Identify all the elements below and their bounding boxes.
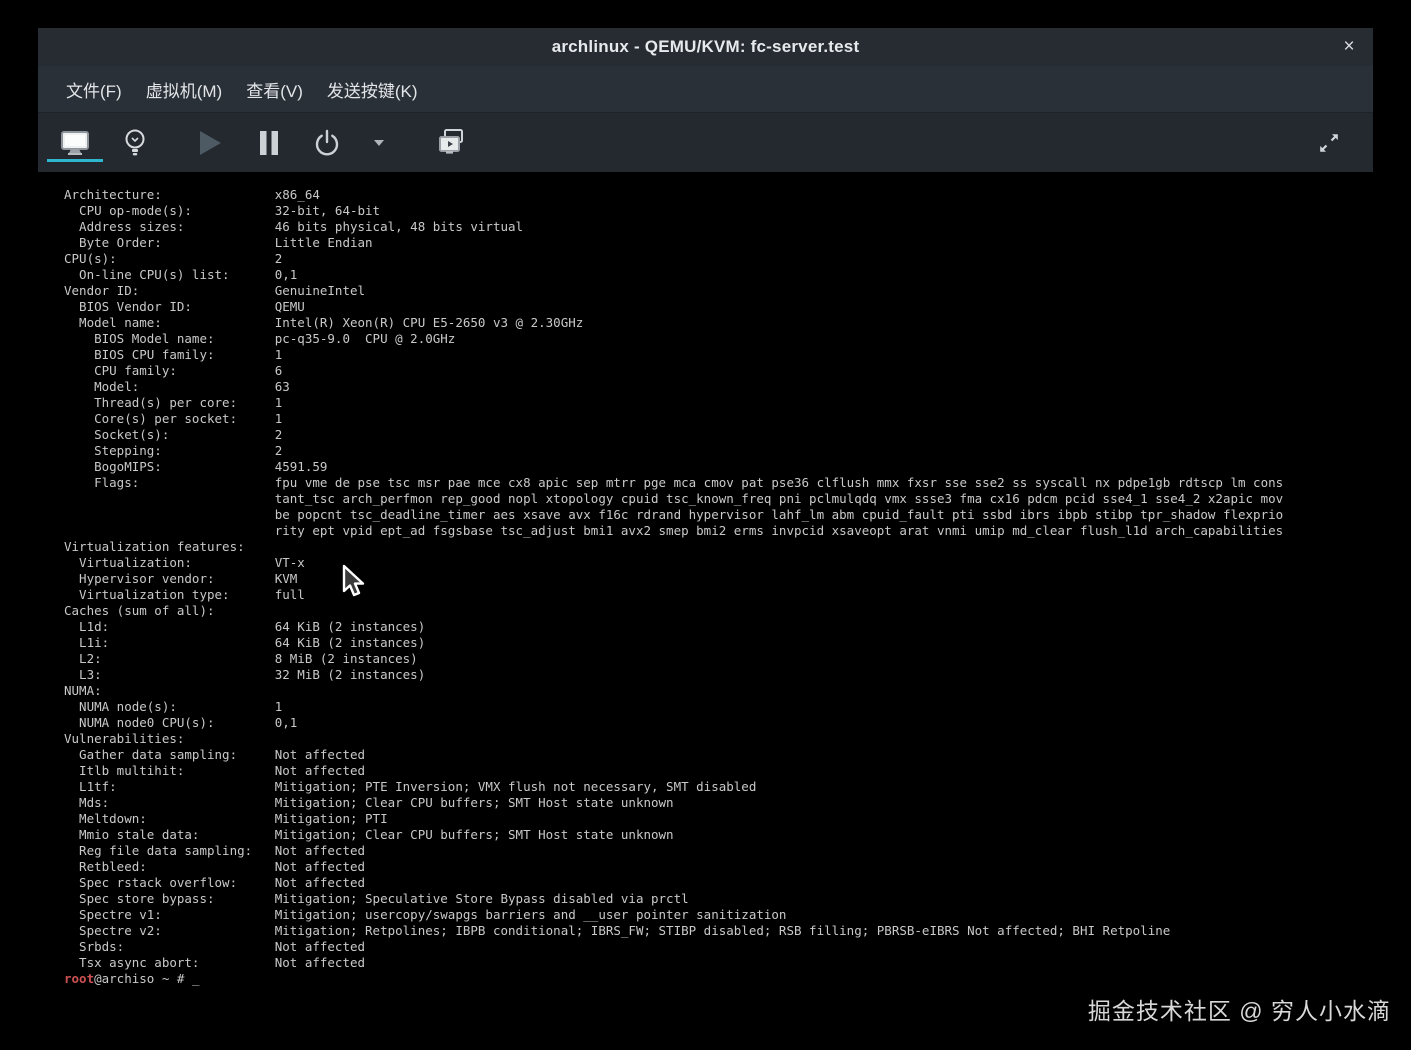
lightbulb-details-icon xyxy=(125,129,145,155)
titlebar: archlinux - QEMU/KVM: fc-server.test × xyxy=(38,28,1373,66)
menubar: 文件(F) 虚拟机(M) 查看(V) 发送按键(K) xyxy=(38,66,1373,112)
play-icon xyxy=(200,130,221,155)
menu-send-key[interactable]: 发送按键(K) xyxy=(315,66,430,112)
mouse-pointer-icon xyxy=(340,564,370,605)
console-display-button[interactable] xyxy=(47,113,103,173)
virtual-displays-icon xyxy=(439,128,463,154)
pause-icon xyxy=(260,130,278,155)
shutdown-button[interactable] xyxy=(299,113,355,173)
fullscreen-button[interactable] xyxy=(1309,113,1349,173)
window-title: archlinux - QEMU/KVM: fc-server.test xyxy=(551,37,860,56)
watermark: 掘金技术社区 @ 穷人小水滴 xyxy=(1087,998,1391,1024)
pause-button[interactable] xyxy=(241,113,297,173)
chevron-down-icon xyxy=(374,139,384,146)
terminal-text-block: Architecture: x86_64 CPU op-mode(s): 32-… xyxy=(64,187,1283,987)
toolbar xyxy=(38,112,1373,172)
run-button[interactable] xyxy=(182,113,238,173)
fullscreen-icon xyxy=(1320,134,1338,152)
terminal-output: Architecture: x86_64 CPU op-mode(s): 32-… xyxy=(64,187,1284,970)
power-icon xyxy=(315,129,339,155)
prompt-host: @archiso xyxy=(94,971,155,986)
hardware-details-button[interactable] xyxy=(107,113,163,173)
virtual-displays-button[interactable] xyxy=(424,113,480,173)
prompt-user: root xyxy=(64,971,95,986)
vm-viewer-window: archlinux - QEMU/KVM: fc-server.test × 文… xyxy=(38,28,1373,1022)
close-icon[interactable]: × xyxy=(1335,28,1363,66)
prompt-suffix: ~ # xyxy=(154,971,192,986)
shutdown-menu-button[interactable] xyxy=(364,113,394,173)
menu-virtual-machine[interactable]: 虚拟机(M) xyxy=(134,66,234,112)
menu-file[interactable]: 文件(F) xyxy=(54,66,134,112)
console-display-icon xyxy=(61,130,89,155)
guest-console[interactable]: Architecture: x86_64 CPU op-mode(s): 32-… xyxy=(38,172,1373,1021)
shell-prompt: root@archiso ~ # _ xyxy=(64,971,1283,987)
menu-view[interactable]: 查看(V) xyxy=(234,66,315,112)
text-cursor: _ xyxy=(191,971,200,986)
